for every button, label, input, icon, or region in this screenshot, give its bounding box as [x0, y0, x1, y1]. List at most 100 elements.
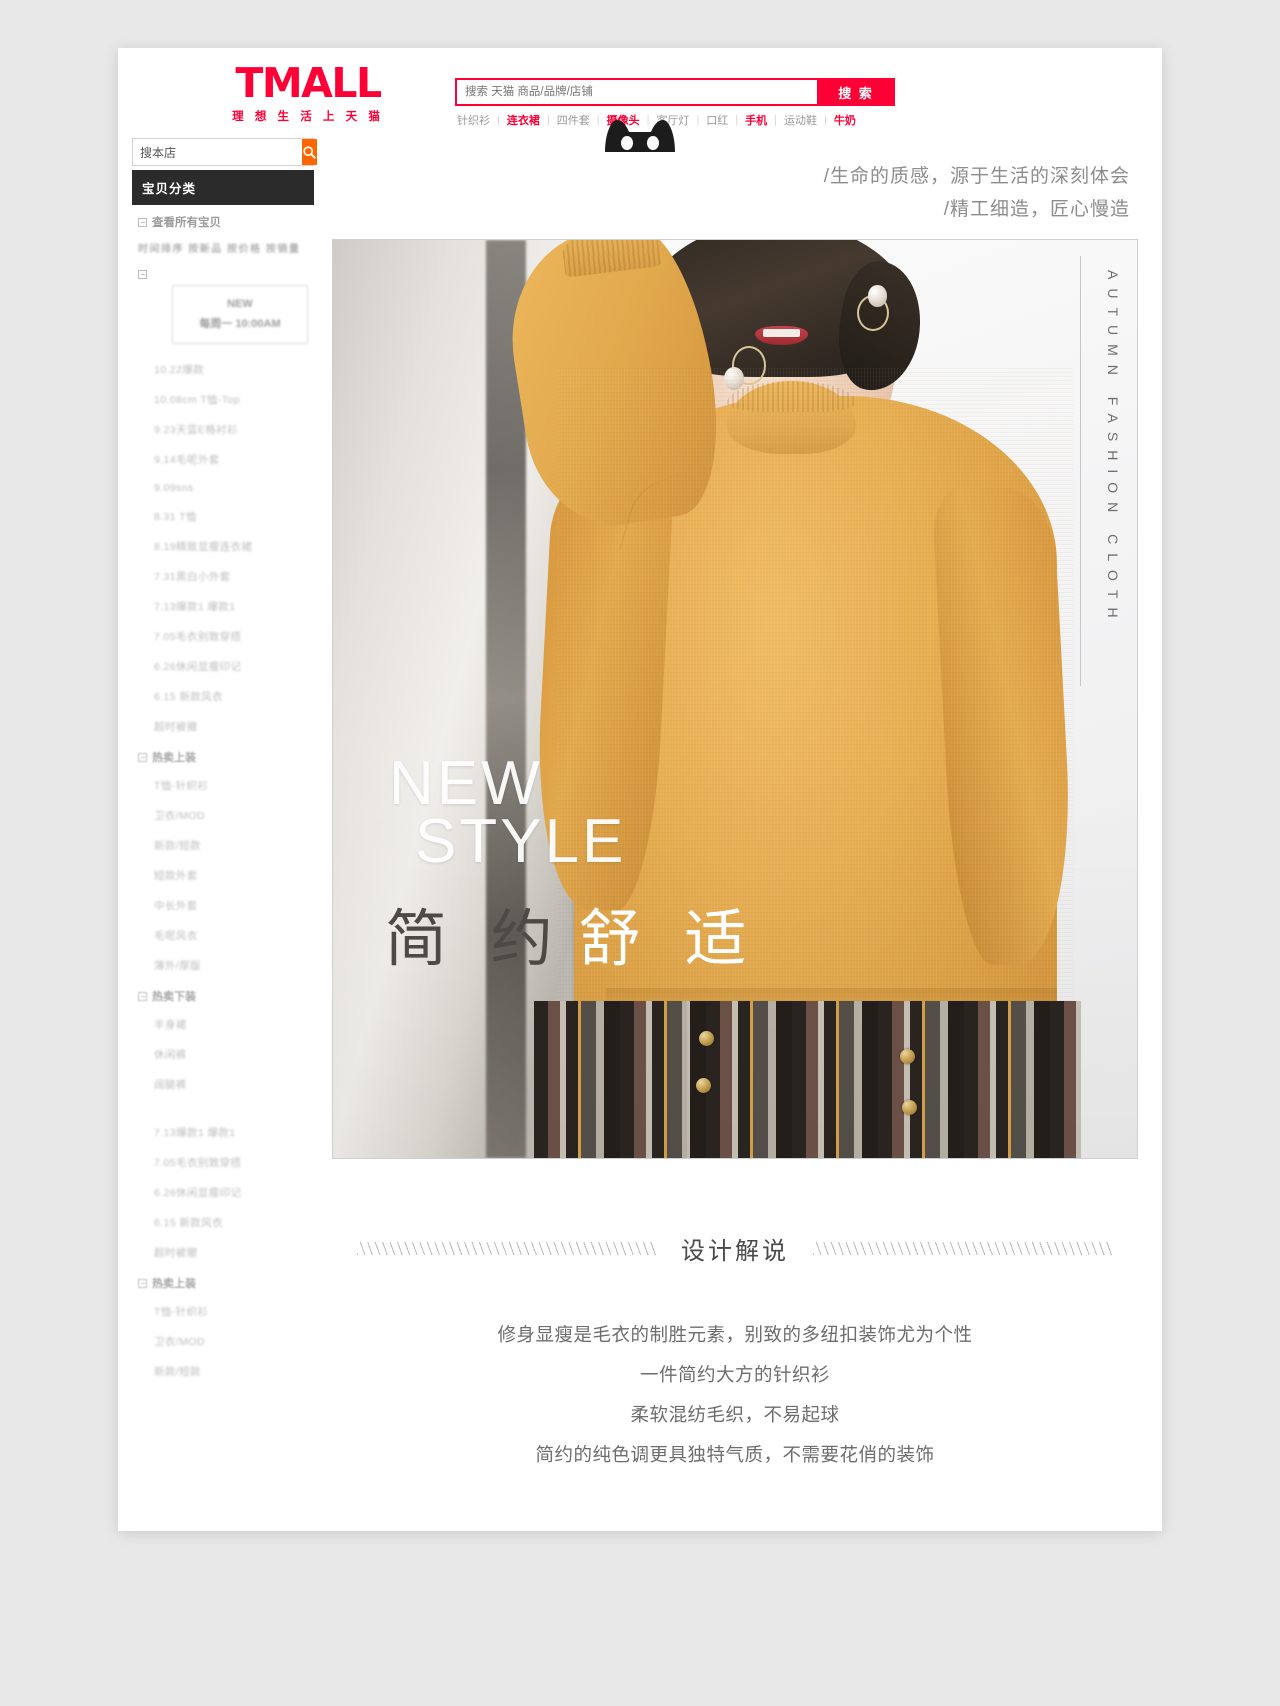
- sidebar-mid-item-1[interactable]: 7.05毛衣别致穿搭: [132, 1147, 314, 1177]
- collapse-icon: [138, 270, 147, 279]
- sidebar-mid-item-2[interactable]: 6.26休闲显瘦印记: [132, 1177, 314, 1207]
- design-description-line-3: 简约的纯色调更具独特气质，不需要花俏的装饰: [535, 1445, 935, 1467]
- sidebar-view-all-label: 查看所有宝贝: [152, 217, 221, 229]
- sidebar-group-2-label: 热卖下装: [152, 991, 196, 1003]
- sidebar-group-1[interactable]: 热卖上装: [132, 741, 314, 770]
- sidebar-group1-item-5[interactable]: 毛呢风衣: [132, 920, 314, 950]
- sidebar-group3-item-1[interactable]: 卫衣/MOD: [132, 1326, 314, 1356]
- global-search-button[interactable]: 搜 索: [817, 78, 895, 106]
- sidebar-item-2[interactable]: 9.23天蓝E格衬衫: [132, 414, 314, 444]
- sidebar-group2-item-2[interactable]: 阔腿裤: [132, 1069, 314, 1099]
- promo-line-1: NEW: [227, 298, 253, 310]
- top-bar: TMALL 理 想 生 活 上 天 猫 搜 索 针织衫|连衣裙|四件套|摄像头|…: [118, 48, 1162, 152]
- collapse-icon: [138, 217, 147, 227]
- hotword-link-6[interactable]: 手机: [745, 112, 767, 128]
- hero-banner[interactable]: AUTUMN FASHION CLOTH NEW STYLE 简 约 舒 适: [332, 238, 1138, 1159]
- store-search-input[interactable]: [133, 139, 302, 165]
- hotword-separator: |: [774, 114, 778, 126]
- hotword-link-2[interactable]: 四件套: [557, 112, 590, 128]
- sidebar-group1-item-0[interactable]: T恤-针织衫: [132, 770, 314, 800]
- sidebar-group1-item-4[interactable]: 中长外套: [132, 890, 314, 920]
- hotword-separator: |: [596, 114, 600, 126]
- sidebar-mid-item-0[interactable]: 7.13爆款1 爆款1: [132, 1117, 314, 1147]
- sidebar-group-2[interactable]: 热卖下装: [132, 980, 314, 1009]
- sidebar-group-3-label: 热卖上装: [152, 1278, 196, 1290]
- sidebar-item-1[interactable]: 10.08cm T恤-Top: [132, 384, 314, 414]
- page-slogan: /生命的质感，源于生活的深刻体会 /精工细造，匠心慢造: [332, 138, 1138, 227]
- sidebar-view-all[interactable]: 查看所有宝贝: [132, 205, 314, 236]
- hotword-separator: |: [497, 114, 500, 126]
- hotword-separator: |: [546, 114, 550, 126]
- tmall-logo-slogan: 理 想 生 活 上 天 猫: [232, 111, 384, 123]
- sidebar-mid-item-4[interactable]: 超时被撤: [132, 1237, 314, 1267]
- design-description-line-1: 一件简约大方的针织衫: [639, 1364, 830, 1386]
- sidebar-group-2-items: 半身裙 休闲裤 阔腿裤: [132, 1009, 314, 1099]
- sidebar-promo-box[interactable]: NEW 每周一 10:00AM: [172, 285, 308, 344]
- sidebar-group3-item-2[interactable]: 新款/短款: [132, 1356, 314, 1386]
- sidebar-mid-item-3[interactable]: 6.15 新款风衣: [132, 1207, 314, 1237]
- store-search-button[interactable]: [302, 139, 317, 165]
- sidebar-group1-item-2[interactable]: 新款/短款: [132, 830, 314, 860]
- hotword-separator: |: [735, 114, 739, 126]
- sidebar-item-0[interactable]: 10.22爆款: [132, 354, 314, 384]
- store-search: [132, 138, 317, 166]
- sidebar-group2-item-1[interactable]: 休闲裤: [132, 1039, 314, 1069]
- store-page: TMALL 理 想 生 活 上 天 猫 搜 索 针织衫|连衣裙|四件套|摄像头|…: [118, 48, 1162, 1531]
- promo-line-2: 每周一 10:00AM: [199, 318, 281, 330]
- sidebar-group-3[interactable]: 热卖上装: [132, 1267, 314, 1296]
- sidebar-item-5[interactable]: 8.31 T恤: [132, 501, 314, 531]
- slogan-line-2: /精工细造，匠心慢造: [943, 199, 1130, 221]
- hero-headline-dark: 简 约: [385, 901, 565, 975]
- sidebar-item-11[interactable]: 6.15 新款风衣: [132, 681, 314, 711]
- sidebar-sort-row[interactable]: 时间排序 按新品 按价格 按销量: [132, 236, 314, 261]
- sidebar: 宝贝分类 查看所有宝贝 时间排序 按新品 按价格 按销量 NEW 每周一 10:…: [118, 138, 320, 1511]
- design-section-title: 设计解说: [681, 1236, 789, 1265]
- hero-model-photo: [333, 239, 1137, 1158]
- sidebar-items-mid: 7.13爆款1 爆款1 7.05毛衣别致穿搭 6.26休闲显瘦印记 6.15 新款风衣…: [132, 1117, 314, 1267]
- sidebar-item-7[interactable]: 7.31黑白小外套: [132, 561, 314, 591]
- tmall-logo[interactable]: TMALL 理 想 生 活 上 天 猫: [228, 63, 388, 124]
- sidebar-item-12[interactable]: 超时被撤: [132, 711, 314, 741]
- hero-headline-light: 舒 适: [578, 901, 759, 975]
- hotword-separator: |: [696, 114, 700, 126]
- hero-vertical-text: AUTUMN FASHION CLOTH: [1105, 269, 1121, 627]
- main-content: /生命的质感，源于生活的深刻体会 /精工细造，匠心慢造 AUTUMN FASHI…: [320, 138, 1162, 1511]
- collapse-icon: [138, 752, 147, 762]
- sidebar-promo-toggle[interactable]: [132, 261, 314, 279]
- hatch-right-icon: [813, 1241, 1113, 1255]
- hotword-link-1[interactable]: 连衣裙: [507, 112, 540, 128]
- sidebar-item-10[interactable]: 6.26休闲显瘦印记: [132, 651, 314, 681]
- hatch-left-icon: [357, 1241, 657, 1255]
- hero-new-style: NEW STYLE: [389, 752, 626, 873]
- sidebar-item-6[interactable]: 8.19精致显瘦连衣裙: [132, 531, 314, 561]
- hotword-link-7[interactable]: 运动鞋: [784, 112, 817, 128]
- slogan-line-1: /生命的质感，源于生活的深刻体会: [823, 166, 1130, 187]
- collapse-icon: [138, 1278, 147, 1288]
- sidebar-item-8[interactable]: 7.13爆款1 爆款1: [132, 591, 314, 621]
- sidebar-group3-item-0[interactable]: T恤-针织衫: [132, 1296, 314, 1326]
- sidebar-group1-item-6[interactable]: 薄外/厚版: [132, 950, 314, 980]
- sidebar-group1-item-1[interactable]: 卫衣/MOD: [132, 800, 314, 830]
- sidebar-group1-item-3[interactable]: 短款外套: [132, 860, 314, 890]
- design-description-line-0: 修身显瘦是毛衣的制胜元素，别致的多纽扣装饰尤为个性: [497, 1324, 973, 1346]
- sidebar-item-9[interactable]: 7.05毛衣别致穿搭: [132, 621, 314, 651]
- tmall-logo-text: TMALL: [235, 59, 382, 107]
- sidebar-items-top: 10.22爆款 10.08cm T恤-Top 9.23天蓝E格衬衫 9.14毛呢外套 9…: [132, 354, 314, 741]
- page-body: 宝贝分类 查看所有宝贝 时间排序 按新品 按价格 按销量 NEW 每周一 10:…: [118, 138, 1162, 1511]
- category-header: 宝贝分类: [132, 170, 314, 205]
- sidebar-group2-item-0[interactable]: 半身裙: [132, 1009, 314, 1039]
- hero-vertical-rule: [1080, 255, 1081, 686]
- design-description: 修身显瘦是毛衣的制胜元素，别致的多纽扣装饰尤为个性 一件简约大方的针织衫 柔软混纺毛…: [332, 1316, 1138, 1511]
- sidebar-item-4[interactable]: 9.09sns: [132, 474, 314, 501]
- hotword-link-8[interactable]: 牛奶: [834, 112, 856, 128]
- hotword-separator: |: [824, 114, 827, 126]
- global-search-input[interactable]: [455, 78, 817, 106]
- design-section-header: 设计解说: [332, 1231, 1138, 1266]
- hotword-link-0[interactable]: 针织衫: [457, 112, 490, 128]
- search-icon: [303, 145, 316, 159]
- hotword-link-5[interactable]: 口红: [706, 112, 728, 128]
- sidebar-item-3[interactable]: 9.14毛呢外套: [132, 444, 314, 474]
- tmall-cat-icon: [605, 120, 675, 152]
- collapse-icon: [138, 991, 147, 1001]
